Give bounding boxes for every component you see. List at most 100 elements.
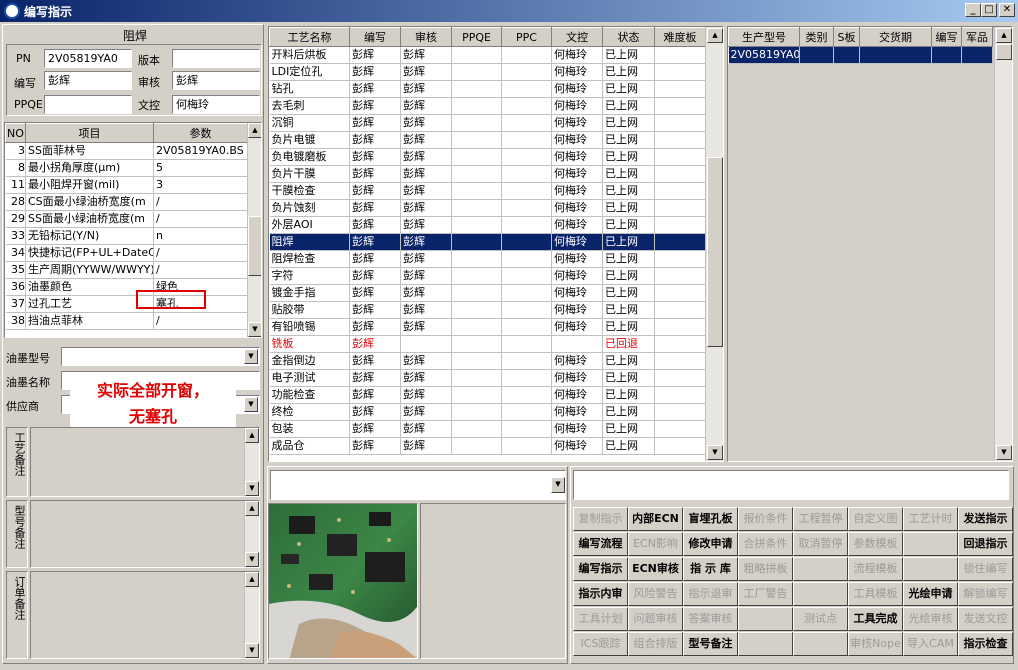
- action-button[interactable]: 粗略拼板: [738, 557, 793, 581]
- process-row[interactable]: 贴胶带 彭辉 彭辉 何梅玲 已上网: [269, 301, 706, 319]
- action-button[interactable]: 合拼条件: [738, 532, 793, 556]
- scroll-down-icon[interactable]: ▼: [707, 445, 723, 460]
- process-scrollbar[interactable]: ▲ ▼: [705, 27, 723, 461]
- reviewer-field[interactable]: 彭辉: [172, 71, 260, 90]
- model-header[interactable]: S板: [833, 27, 860, 47]
- action-button[interactable]: 工程暂停: [793, 507, 848, 531]
- scroll-thumb[interactable]: [248, 216, 261, 276]
- action-button[interactable]: 内部ECN: [628, 507, 683, 531]
- action-button[interactable]: ECN审核: [628, 557, 683, 581]
- process-row[interactable]: 外层AOI 彭辉 彭辉 何梅玲 已上网: [269, 216, 706, 234]
- process-row[interactable]: 钻孔 彭辉 彭辉 何梅玲 已上网: [269, 80, 706, 98]
- process-header[interactable]: 工艺名称: [269, 27, 350, 47]
- action-button[interactable]: 问题审核: [628, 607, 683, 631]
- process-row[interactable]: 金指倒边 彭辉 彭辉 何梅玲 已上网: [269, 352, 706, 370]
- action-button[interactable]: [738, 632, 793, 656]
- action-button[interactable]: 导入CAM: [903, 632, 958, 656]
- version-field[interactable]: [172, 49, 260, 68]
- process-row[interactable]: 有铅喷锡 彭辉 彭辉 何梅玲 已上网: [269, 318, 706, 336]
- process-note-field[interactable]: ▲ ▼: [30, 427, 260, 497]
- scroll-thumb[interactable]: [996, 44, 1012, 60]
- param-row[interactable]: 28 CS面最小绿油桥宽度(m /: [5, 193, 248, 211]
- process-header[interactable]: 文控: [551, 27, 603, 47]
- param-row[interactable]: 38 挡油点菲林 /: [5, 312, 248, 330]
- process-row[interactable]: 铣板 彭辉 已回退: [269, 335, 706, 353]
- action-button[interactable]: [903, 557, 958, 581]
- action-button[interactable]: [793, 582, 848, 606]
- process-row[interactable]: 干膜检查 彭辉 彭辉 何梅玲 已上网: [269, 182, 706, 200]
- chevron-down-icon[interactable]: ▼: [244, 349, 258, 364]
- process-header[interactable]: 难度板: [654, 27, 706, 47]
- action-button[interactable]: [738, 607, 793, 631]
- process-header[interactable]: PPC: [501, 27, 552, 47]
- process-row[interactable]: 电子测试 彭辉 彭辉 何梅玲 已上网: [269, 369, 706, 387]
- process-row[interactable]: 终检 彭辉 彭辉 何梅玲 已上网: [269, 403, 706, 421]
- ppqe-field[interactable]: [44, 95, 132, 114]
- process-header[interactable]: 状态: [602, 27, 655, 47]
- param-header-no[interactable]: NO: [5, 123, 26, 143]
- param-row[interactable]: 29 SS面最小绿油桥宽度(m /: [5, 210, 248, 228]
- process-header[interactable]: 审核: [400, 27, 452, 47]
- action-button[interactable]: 锁住编写: [958, 557, 1013, 581]
- process-row[interactable]: 阻焊检查 彭辉 彭辉 何梅玲 已上网: [269, 250, 706, 268]
- process-row[interactable]: 负片干膜 彭辉 彭辉 何梅玲 已上网: [269, 165, 706, 183]
- minimize-button[interactable]: _: [965, 3, 981, 17]
- action-button[interactable]: 光绘审核: [903, 607, 958, 631]
- action-button[interactable]: 组合排版: [628, 632, 683, 656]
- process-row[interactable]: 字符 彭辉 彭辉 何梅玲 已上网: [269, 267, 706, 285]
- action-button[interactable]: 自定义图: [848, 507, 903, 531]
- scroll-down-icon[interactable]: ▼: [245, 481, 259, 496]
- process-row[interactable]: LDI定位孔 彭辉 彭辉 何梅玲 已上网: [269, 63, 706, 81]
- process-row[interactable]: 包装 彭辉 彭辉 何梅玲 已上网: [269, 420, 706, 438]
- action-button[interactable]: 编写流程: [573, 532, 628, 556]
- model-header[interactable]: 编写: [931, 27, 962, 47]
- model-note-field[interactable]: ▲ ▼: [30, 500, 260, 568]
- process-row[interactable]: 成品仓 彭辉 彭辉 何梅玲 已上网: [269, 437, 706, 455]
- process-header[interactable]: PPQE: [451, 27, 502, 47]
- param-row[interactable]: 36 油墨颜色 绿色: [5, 278, 248, 296]
- action-button[interactable]: 工厂警告: [738, 582, 793, 606]
- action-button[interactable]: 盲埋孔板: [683, 507, 738, 531]
- action-button[interactable]: 风险警告: [628, 582, 683, 606]
- action-button[interactable]: 取消暂停: [793, 532, 848, 556]
- action-button[interactable]: [793, 632, 848, 656]
- model-header[interactable]: 交货期: [859, 27, 932, 47]
- param-row[interactable]: 35 生产周期(YYWW/WWYY) /: [5, 261, 248, 279]
- param-row[interactable]: 34 快捷标记(FP+UL+DateCo /: [5, 244, 248, 262]
- model-scrollbar[interactable]: ▲ ▼: [994, 27, 1012, 461]
- ink-type-select[interactable]: [61, 347, 260, 366]
- action-button[interactable]: ICS跟踪: [573, 632, 628, 656]
- action-button[interactable]: 报价条件: [738, 507, 793, 531]
- model-header[interactable]: 生产型号: [728, 27, 800, 47]
- scroll-up-icon[interactable]: ▲: [245, 501, 259, 516]
- process-row[interactable]: 沉铜 彭辉 彭辉 何梅玲 已上网: [269, 114, 706, 132]
- model-header[interactable]: 军品: [961, 27, 993, 47]
- action-button[interactable]: 解锁编写: [958, 582, 1013, 606]
- param-row[interactable]: 8 最小拐角厚度(μm) 5: [5, 159, 248, 177]
- action-button[interactable]: 工具完成: [848, 607, 903, 631]
- action-button[interactable]: [793, 557, 848, 581]
- writer-field[interactable]: 彭辉: [44, 71, 132, 90]
- chevron-down-icon[interactable]: ▼: [551, 477, 565, 493]
- maximize-button[interactable]: □: [981, 3, 997, 17]
- scroll-up-icon[interactable]: ▲: [245, 572, 259, 587]
- command-input[interactable]: [573, 470, 1009, 500]
- param-row[interactable]: 3 SS面菲林号 2V05819YA0.BS: [5, 142, 248, 160]
- action-button[interactable]: 修改申请: [683, 532, 738, 556]
- param-row[interactable]: 33 无铅标记(Y/N) n: [5, 227, 248, 245]
- scroll-up-icon[interactable]: ▲: [245, 428, 259, 443]
- preview-select[interactable]: [270, 470, 566, 500]
- process-row[interactable]: 功能检查 彭辉 彭辉 何梅玲 已上网: [269, 386, 706, 404]
- param-header-value[interactable]: 参数: [153, 123, 248, 143]
- action-button[interactable]: 发送指示: [958, 507, 1013, 531]
- scroll-up-icon[interactable]: ▲: [707, 28, 723, 43]
- scroll-down-icon[interactable]: ▼: [245, 643, 259, 658]
- scroll-up-icon[interactable]: ▲: [996, 28, 1012, 43]
- scroll-up-icon[interactable]: ▲: [248, 123, 261, 138]
- process-row[interactable]: 阻焊 彭辉 彭辉 何梅玲 已上网: [269, 233, 706, 251]
- model-row[interactable]: 2V05819YA0: [728, 46, 993, 64]
- action-button[interactable]: [903, 532, 958, 556]
- action-button[interactable]: 发送文控: [958, 607, 1013, 631]
- action-button[interactable]: 指示内审: [573, 582, 628, 606]
- action-button[interactable]: 答案审核: [683, 607, 738, 631]
